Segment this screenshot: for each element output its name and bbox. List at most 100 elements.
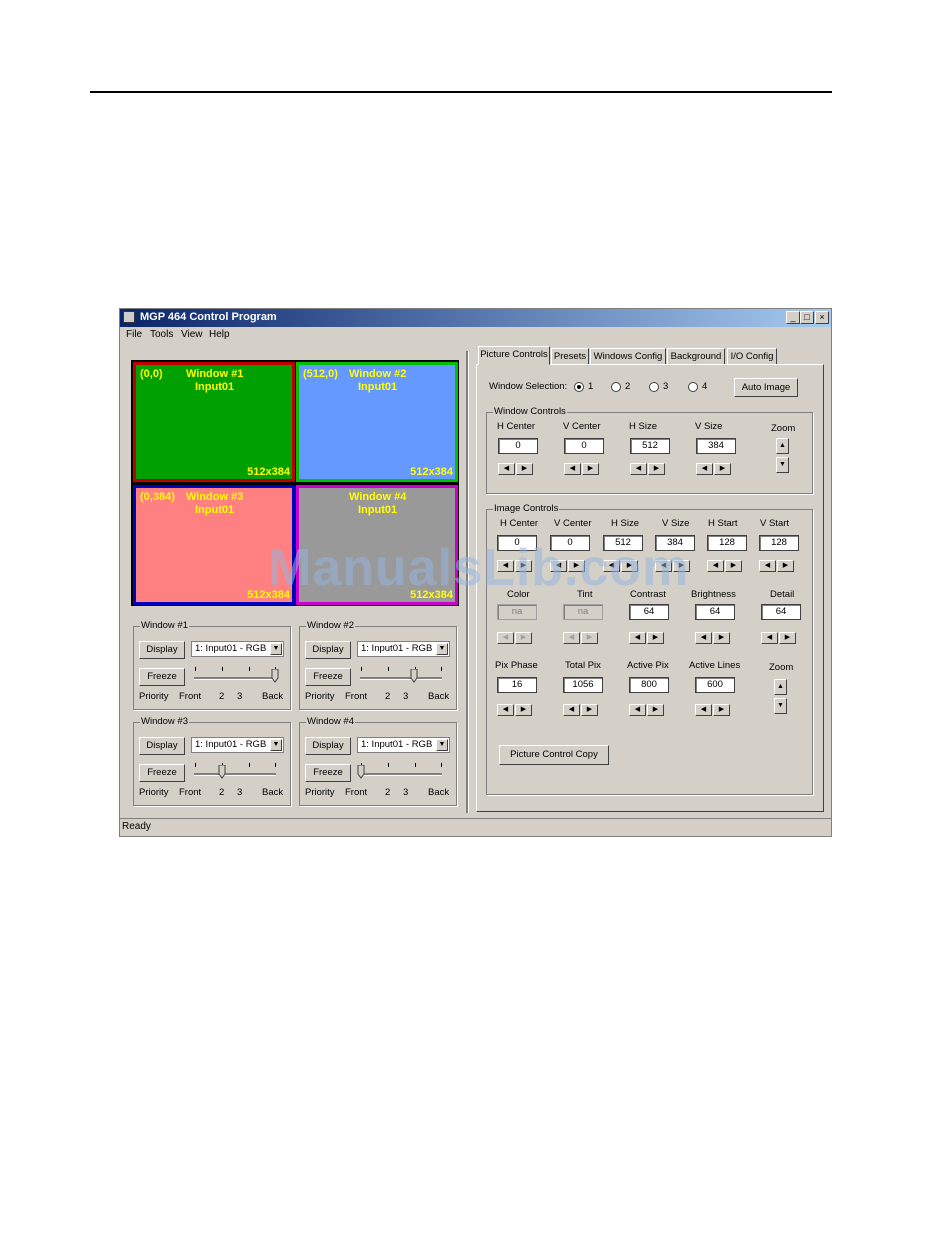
freeze-button[interactable]: Freeze <box>305 764 351 782</box>
ic-active-pix-input[interactable]: 800 <box>629 677 669 693</box>
window-group-label: Window #4 <box>306 716 355 727</box>
tab-picture-controls[interactable]: Picture Controls <box>478 346 550 365</box>
priority-slider[interactable] <box>194 761 276 783</box>
wc-v-center-increase-icon[interactable]: ▶ <box>582 463 599 475</box>
ic-total-pix-increase-icon[interactable]: ▶ <box>581 704 598 716</box>
freeze-button[interactable]: Freeze <box>139 668 185 686</box>
ic-total-pix-decrease-icon[interactable]: ◀ <box>563 704 580 716</box>
window-zoom-down-icon[interactable]: ▼ <box>776 457 789 473</box>
wc-h-center-decrease-icon[interactable]: ◀ <box>498 463 515 475</box>
window-radio-2[interactable] <box>611 382 621 392</box>
ic-tint-decrease-icon[interactable]: ◀ <box>563 632 580 644</box>
slider-thumb[interactable] <box>410 668 418 683</box>
freeze-button[interactable]: Freeze <box>305 668 351 686</box>
ic-pix-phase-decrease-icon[interactable]: ◀ <box>497 704 514 716</box>
menu-view[interactable]: View <box>181 329 203 340</box>
ic-detail-increase-icon[interactable]: ▶ <box>779 632 796 644</box>
ic-brightness-input[interactable]: 64 <box>695 604 735 620</box>
wc-v-size-input[interactable]: 384 <box>696 438 736 454</box>
display-button[interactable]: Display <box>305 737 351 755</box>
display-button[interactable]: Display <box>305 641 351 659</box>
chevron-down-icon[interactable]: ▼ <box>270 739 282 751</box>
image-zoom-up-icon[interactable]: ▲ <box>774 679 787 695</box>
wc-h-center-increase-icon[interactable]: ▶ <box>516 463 533 475</box>
ic-total-pix-input[interactable]: 1056 <box>563 677 603 693</box>
wc-v-size-decrease-icon[interactable]: ◀ <box>696 463 713 475</box>
maximize-button[interactable]: □ <box>800 311 814 324</box>
ic-color-increase-icon[interactable]: ▶ <box>515 632 532 644</box>
ic-contrast-decrease-icon[interactable]: ◀ <box>629 632 646 644</box>
window-zoom-up-icon[interactable]: ▲ <box>776 438 789 454</box>
menu-tools[interactable]: Tools <box>150 329 173 340</box>
priority-slider[interactable] <box>357 761 442 783</box>
image-zoom-label: Zoom <box>769 662 794 673</box>
picture-control-copy-button[interactable]: Picture Control Copy <box>499 745 609 765</box>
ic-brightness-label: Brightness <box>691 589 736 600</box>
slider-thumb[interactable] <box>218 764 226 779</box>
wc-v-size-increase-icon[interactable]: ▶ <box>714 463 731 475</box>
pane-title: Window #3 <box>186 491 244 503</box>
ic-active-pix-decrease-icon[interactable]: ◀ <box>629 704 646 716</box>
tab-background[interactable]: Background <box>667 348 725 365</box>
chevron-down-icon[interactable]: ▼ <box>436 643 448 655</box>
ic-brightness-increase-icon[interactable]: ▶ <box>713 632 730 644</box>
ic-h-start-increase-icon[interactable]: ▶ <box>725 560 742 572</box>
ic-detail-decrease-icon[interactable]: ◀ <box>761 632 778 644</box>
ic-tint-increase-icon[interactable]: ▶ <box>581 632 598 644</box>
ic-contrast-increase-icon[interactable]: ▶ <box>647 632 664 644</box>
wc-h-size-increase-icon[interactable]: ▶ <box>648 463 665 475</box>
window-radio-3[interactable] <box>649 382 659 392</box>
input-select[interactable]: 1: Input01 - RGB ▼ <box>191 641 284 657</box>
image-zoom-down-icon[interactable]: ▼ <box>774 698 787 714</box>
ic-active-lines-increase-icon[interactable]: ▶ <box>713 704 730 716</box>
tab-windows-config[interactable]: Windows Config <box>590 348 666 365</box>
tab-i-o-config[interactable]: I/O Config <box>727 348 777 365</box>
ic-active-lines-decrease-icon[interactable]: ◀ <box>695 704 712 716</box>
wc-h-size-input[interactable]: 512 <box>630 438 670 454</box>
wc-v-center-decrease-icon[interactable]: ◀ <box>564 463 581 475</box>
menu-file[interactable]: File <box>126 329 142 340</box>
ic-brightness-decrease-icon[interactable]: ◀ <box>695 632 712 644</box>
ic-active-lines-input[interactable]: 600 <box>695 677 735 693</box>
display-button[interactable]: Display <box>139 737 185 755</box>
priority-slider[interactable] <box>360 665 442 687</box>
ic-v-start-input[interactable]: 128 <box>759 535 799 551</box>
ic-h-start-decrease-icon[interactable]: ◀ <box>707 560 724 572</box>
wc-h-center-input[interactable]: 0 <box>498 438 538 454</box>
input-select[interactable]: 1: Input01 - RGB ▼ <box>191 737 284 753</box>
ic-v-start-increase-icon[interactable]: ▶ <box>777 560 794 572</box>
slider-tick <box>195 763 196 767</box>
input-select[interactable]: 1: Input01 - RGB ▼ <box>357 641 450 657</box>
window-group-4: Window #4 Display 1: Input01 - RGB ▼ Freeze P… <box>299 716 457 806</box>
freeze-button[interactable]: Freeze <box>139 764 185 782</box>
window-radio-1[interactable] <box>574 382 584 392</box>
title-bar[interactable]: MGP 464 Control Program _ □ × <box>120 309 831 327</box>
wc-h-size-decrease-icon[interactable]: ◀ <box>630 463 647 475</box>
priority-slider[interactable] <box>194 665 279 687</box>
ic-pix-phase-input[interactable]: 16 <box>497 677 537 693</box>
priority-label-priority: Priority <box>305 691 335 702</box>
ic-pix-phase-increase-icon[interactable]: ▶ <box>515 704 532 716</box>
ic-h-start-input[interactable]: 128 <box>707 535 747 551</box>
preview-pane-2[interactable]: (512,0) Window #2 Input01 512x384 <box>296 362 458 482</box>
priority-label-back: Back <box>428 787 450 798</box>
wc-v-center-input[interactable]: 0 <box>564 438 604 454</box>
ic-active-pix-increase-icon[interactable]: ▶ <box>647 704 664 716</box>
window-radio-4[interactable] <box>688 382 698 392</box>
auto-image-button[interactable]: Auto Image <box>734 378 798 397</box>
input-select[interactable]: 1: Input01 - RGB ▼ <box>357 737 450 753</box>
menu-help[interactable]: Help <box>209 329 230 340</box>
ic-color-decrease-icon[interactable]: ◀ <box>497 632 514 644</box>
ic-v-start-decrease-icon[interactable]: ◀ <box>759 560 776 572</box>
ic-detail-input[interactable]: 64 <box>761 604 801 620</box>
chevron-down-icon[interactable]: ▼ <box>270 643 282 655</box>
chevron-down-icon[interactable]: ▼ <box>436 739 448 751</box>
minimize-button[interactable]: _ <box>786 311 800 324</box>
slider-thumb[interactable] <box>271 668 279 683</box>
close-button[interactable]: × <box>815 311 829 324</box>
preview-pane-1[interactable]: (0,0) Window #1 Input01 512x384 <box>133 362 295 482</box>
slider-thumb[interactable] <box>357 764 365 779</box>
tab-presets[interactable]: Presets <box>551 348 589 365</box>
display-button[interactable]: Display <box>139 641 185 659</box>
ic-contrast-input[interactable]: 64 <box>629 604 669 620</box>
